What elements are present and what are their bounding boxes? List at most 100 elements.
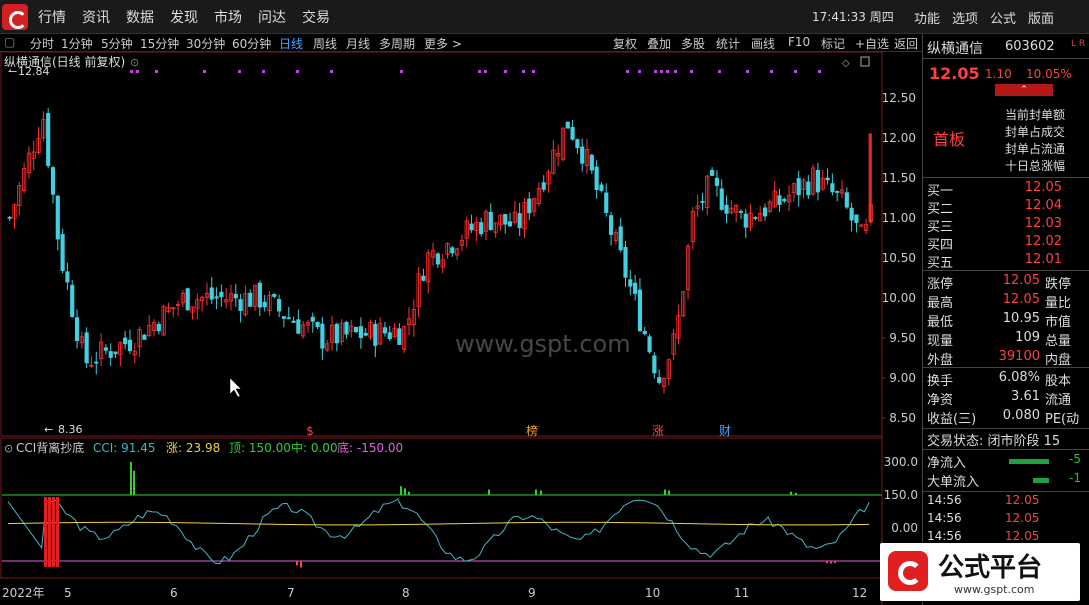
candle-body	[108, 351, 113, 358]
menu-item-layout[interactable]: 版面	[1022, 8, 1060, 27]
event-dot	[130, 70, 133, 73]
order-row[interactable]: 买一 12.05	[923, 180, 1089, 199]
tool-overlay[interactable]: 叠加	[647, 35, 671, 52]
candle-body	[320, 323, 325, 349]
event-dot	[718, 70, 721, 73]
candle-body	[70, 284, 75, 318]
price-tick-label: 9.00	[889, 371, 916, 385]
menu-item-discover[interactable]: 发现	[162, 7, 206, 27]
candle-body	[103, 347, 108, 351]
tool-restore-rights[interactable]: 复权	[613, 35, 637, 52]
x-axis-label: 11	[734, 586, 749, 600]
expand-up-icon[interactable]: ⌃	[995, 84, 1053, 96]
top-signal-bar	[488, 489, 490, 495]
app-logo-icon[interactable]	[2, 4, 28, 30]
price-pane-frame	[0, 51, 883, 437]
menu-item-wenda[interactable]: 问达	[250, 7, 294, 27]
tool-back[interactable]: 返回	[894, 35, 918, 52]
order-row[interactable]: 买二 12.04	[923, 198, 1089, 217]
order-row[interactable]: 买五 12.01	[923, 252, 1089, 271]
candle-body	[796, 178, 801, 196]
chart-settings-icon: ⊙	[130, 56, 139, 69]
menu-item-trade[interactable]: 交易	[294, 7, 338, 27]
order-row[interactable]: 买四 12.02	[923, 234, 1089, 253]
panel-toggle-icon	[860, 56, 870, 67]
top-label: 顶: 150.00	[229, 441, 291, 455]
net-inflow-label: 净流入	[927, 456, 967, 471]
candle-body	[209, 287, 214, 300]
tick-price: 12.05	[1005, 511, 1040, 525]
kline-chart-svg[interactable]: 12.50 12.00 11.50 11.00 10.50 10.00 9.50 9.00 8.…	[0, 51, 922, 605]
menu-item-news[interactable]: 资讯	[74, 7, 118, 27]
event-dot	[238, 70, 241, 73]
candle-body	[618, 226, 623, 251]
candle-body	[700, 201, 705, 203]
period-tab-fenshi[interactable]: 分时	[30, 35, 54, 52]
tick-time: 14:56	[927, 529, 962, 543]
stat-label-2: 流通	[1045, 393, 1072, 408]
tick-price: 12.05	[1005, 529, 1040, 543]
candle-body	[123, 337, 128, 345]
event-dot	[674, 70, 677, 73]
collapse-icon[interactable]: ▢	[4, 35, 15, 49]
event-dot	[532, 70, 535, 73]
kline-chart-area[interactable]: 12.50 12.00 11.50 11.00 10.50 10.00 9.50 9.00 8.…	[0, 51, 922, 605]
divider	[923, 177, 1089, 178]
bottom-label: 底: -150.00	[337, 440, 403, 455]
price-change: 1.10	[985, 67, 1012, 81]
candle-body	[479, 222, 484, 235]
stat-row: 净资 3.61 流通	[923, 389, 1089, 408]
candle-body	[541, 182, 546, 190]
top-signal-bar	[400, 486, 402, 495]
period-tab-multi[interactable]: 多周期	[379, 35, 415, 52]
tool-multi-stock[interactable]: 多股	[681, 35, 705, 52]
stat-label: 现量	[927, 334, 954, 349]
period-tab-15min[interactable]: 15分钟	[140, 35, 179, 52]
period-tab-30min[interactable]: 30分钟	[186, 35, 225, 52]
price-tick-label: 8.50	[889, 411, 916, 425]
order-row[interactable]: 买三 12.03	[923, 216, 1089, 235]
cci-line	[7, 498, 870, 565]
menu-item-market[interactable]: 市场	[206, 7, 250, 27]
period-tab-5min[interactable]: 5分钟	[101, 35, 133, 52]
stat-label: 净资	[927, 393, 954, 408]
tool-draw-line[interactable]: 画线	[751, 35, 775, 52]
menu-item-data[interactable]: 数据	[118, 7, 162, 27]
candle-body	[262, 301, 267, 308]
candle-body	[353, 327, 359, 333]
tool-f10[interactable]: F10	[788, 35, 810, 49]
candle-body	[142, 334, 147, 340]
candle-body	[185, 288, 190, 311]
menu-item-function[interactable]: 功能	[908, 8, 946, 27]
menu-item-formula[interactable]: 公式	[984, 8, 1022, 27]
candle-body	[594, 166, 599, 190]
candle-body	[334, 323, 339, 344]
tick-row: 14:56 12.05	[923, 493, 1089, 511]
event-dot	[136, 70, 139, 73]
candle-body	[296, 319, 301, 334]
period-tab-weekly[interactable]: 周线	[313, 35, 337, 52]
big-inflow-value: -1	[1069, 471, 1081, 485]
top-signal-bar	[535, 489, 537, 495]
tool-statistics[interactable]: 统计	[716, 35, 740, 52]
period-tab-daily[interactable]: 日线	[279, 35, 303, 52]
x-axis-label: 12	[852, 586, 867, 600]
menu-item-quotes[interactable]: 行情	[30, 7, 74, 27]
indicator-settings-icon: ⊙	[4, 442, 13, 455]
divider	[923, 449, 1089, 450]
candle-body	[84, 332, 89, 364]
tool-add-watchlist[interactable]: +自选	[855, 35, 889, 52]
period-tab-60min[interactable]: 60分钟	[232, 35, 271, 52]
event-dot	[203, 70, 206, 73]
divider	[923, 367, 1089, 368]
divider	[923, 270, 1089, 271]
ten-day-rise-label: 十日总涨幅	[1005, 159, 1066, 173]
menu-item-options[interactable]: 选项	[946, 8, 984, 27]
period-tab-1min[interactable]: 1分钟	[61, 35, 93, 52]
candle-body	[469, 223, 474, 231]
period-tab-more[interactable]: 更多 >	[424, 35, 462, 52]
period-tab-monthly[interactable]: 月线	[346, 35, 370, 52]
tool-mark[interactable]: 标记	[821, 35, 845, 52]
candle-body	[710, 169, 715, 176]
event-dot	[330, 70, 333, 73]
